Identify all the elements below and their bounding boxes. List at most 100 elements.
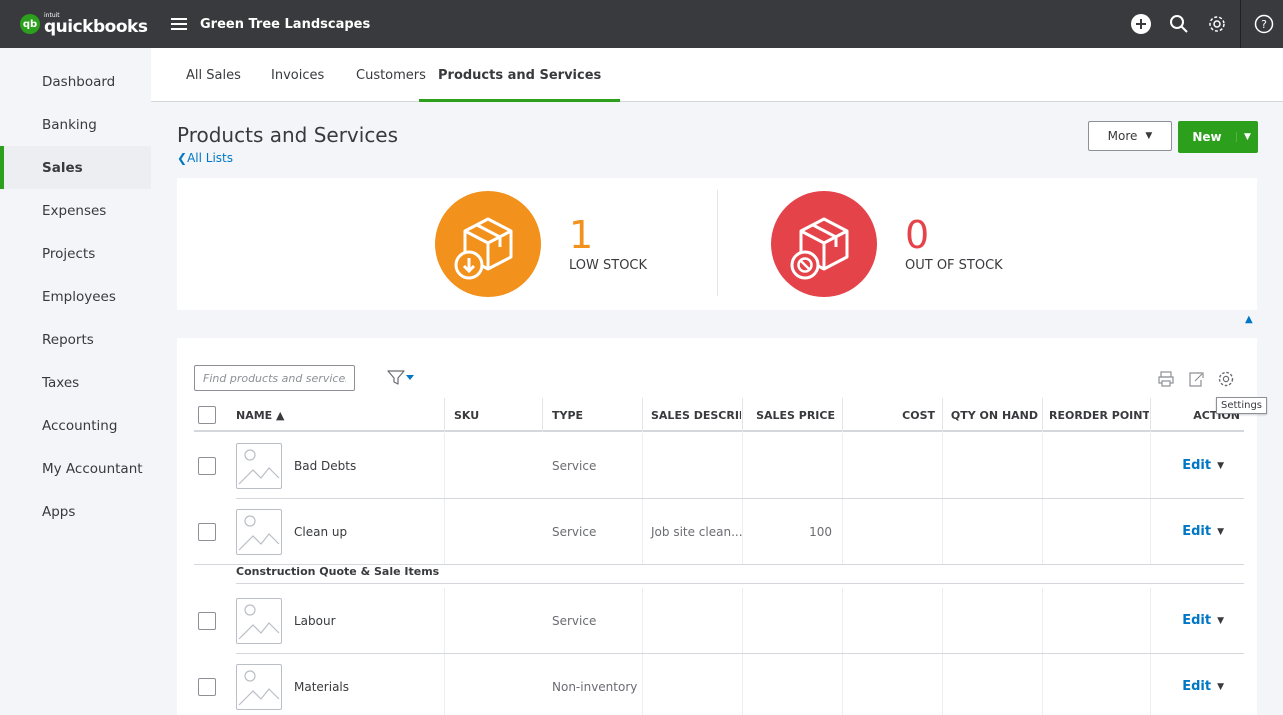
image-placeholder-icon[interactable] [236,598,282,644]
caret-down-icon[interactable]: ▼ [1217,461,1224,471]
column-divider [842,433,843,499]
stock-summary-panel: 1 LOW STOCK 0 OUT OF STOCK [177,178,1257,310]
column-header-sales-price[interactable]: SALES PRICE [749,398,835,432]
column-divider [1150,588,1151,654]
more-button[interactable]: More ▼ [1088,121,1172,151]
column-header-name[interactable]: NAME ▲ [236,398,436,432]
column-header-sales-description[interactable]: SALES DESCRIPTI [651,398,741,432]
search-input[interactable] [194,365,355,391]
tab-customers[interactable]: Customers [356,68,426,102]
row-checkbox[interactable] [198,678,216,696]
edit-button[interactable]: Edit ▼ [1182,524,1224,539]
plus-circle-icon[interactable] [1122,0,1160,48]
edit-button[interactable]: Edit ▼ [1182,458,1224,473]
tab-invoices[interactable]: Invoices [271,68,324,102]
sidebar-item-sales[interactable]: Sales [0,146,151,189]
edit-button[interactable]: Edit ▼ [1182,679,1224,694]
product-name[interactable]: Labour [294,614,336,628]
edit-button[interactable]: Edit ▼ [1182,613,1224,628]
sidebar-item-apps[interactable]: Apps [0,490,151,533]
column-divider [642,654,643,715]
image-placeholder-icon[interactable] [236,443,282,489]
column-divider [1150,499,1151,565]
product-name[interactable]: Bad Debts [294,459,356,473]
gear-icon[interactable] [1217,370,1235,392]
sidebar-item-dashboard[interactable]: Dashboard [0,60,151,103]
all-lists-link[interactable]: ❮All Lists [177,151,233,165]
column-divider [742,588,743,654]
category-group-label[interactable]: Construction Quote & Sale Items [236,565,439,578]
sidebar-item-reports[interactable]: Reports [0,318,151,361]
column-header-sku[interactable]: SKU [454,398,534,432]
logo-text: intuit quickbooks [44,12,148,36]
product-type: Non-inventory [552,680,638,694]
tab-products-and-services[interactable]: Products and Services [419,68,621,102]
table-header: NAME ▲ SKU TYPE SALES DESCRIPTI SALES PR… [194,398,1244,432]
product-name[interactable]: Clean up [294,525,347,539]
column-divider [1042,398,1043,432]
column-divider [1150,433,1151,499]
caret-down-icon[interactable]: ▼ [1217,682,1224,692]
sidebar-item-expenses[interactable]: Expenses [0,189,151,232]
sidebar-item-label: Sales [42,159,83,176]
sidebar-item-taxes[interactable]: Taxes [0,361,151,404]
column-header-reorder-point[interactable]: REORDER POINT [1049,398,1149,432]
column-divider [444,433,445,499]
product-name[interactable]: Materials [294,680,349,694]
qb-logo-icon: qb [20,14,40,34]
column-header-type[interactable]: TYPE [552,398,632,432]
select-all-checkbox[interactable] [198,406,216,424]
export-icon[interactable] [1187,370,1205,392]
column-header-cost[interactable]: COST [849,398,935,432]
product-type: Service [552,459,597,473]
collapse-caret-up-icon[interactable]: ▲ [1245,314,1253,325]
sidebar-item-banking[interactable]: Banking [0,103,151,146]
row-checkbox[interactable] [198,523,216,541]
sidebar-item-my-accountant[interactable]: My Accountant [0,447,151,490]
table-row: Labour Service Edit ▼ [194,588,1244,654]
caret-down-icon[interactable]: ▼ [1217,527,1224,537]
tab-all-sales[interactable]: All Sales [186,68,241,102]
column-divider [942,588,943,654]
gear-icon[interactable] [1198,0,1236,48]
low-stock-badge[interactable] [435,191,541,297]
sidebar-item-projects[interactable]: Projects [0,232,151,275]
column-divider [842,588,843,654]
filter-icon[interactable] [387,368,417,388]
settings-tooltip: Settings [1216,397,1268,414]
sidebar-item-label: Banking [42,116,97,133]
column-divider [642,433,643,499]
help-icon[interactable]: ? [1245,0,1283,48]
product-sales-price: 100 [809,525,832,539]
products-table-panel: NAME ▲ SKU TYPE SALES DESCRIPTI SALES PR… [177,338,1268,715]
new-dropdown-caret-icon[interactable]: ▼ [1236,132,1258,142]
out-of-stock-count: 0 [905,213,930,257]
search-icon[interactable] [1160,0,1198,48]
column-divider [542,398,543,432]
row-checkbox[interactable] [198,457,216,475]
column-divider [842,398,843,432]
row-checkbox[interactable] [198,612,216,630]
sidebar-item-label: Employees [42,288,116,305]
row-divider [236,583,1244,584]
image-placeholder-icon[interactable] [236,509,282,555]
column-divider [642,588,643,654]
column-header-qty-on-hand[interactable]: QTY ON HAND [946,398,1038,432]
image-placeholder-icon[interactable] [236,664,282,710]
category-group-row: Construction Quote & Sale Items [194,562,1244,584]
sidebar-item-accounting[interactable]: Accounting [0,404,151,447]
sales-subtabs: All Sales Invoices Customers Products an… [151,48,1283,102]
quickbooks-logo[interactable]: qb intuit quickbooks [0,0,160,48]
edit-label: Edit [1182,613,1212,628]
table-tool-icons [1157,370,1235,392]
column-divider [642,398,643,432]
out-of-stock-badge[interactable] [771,191,877,297]
sidebar-item-label: My Accountant [42,460,143,477]
print-icon[interactable] [1157,370,1175,392]
column-divider [1150,654,1151,715]
caret-down-icon[interactable]: ▼ [1217,616,1224,626]
hamburger-menu-icon[interactable] [166,0,192,48]
sidebar-item-employees[interactable]: Employees [0,275,151,318]
new-button[interactable]: New ▼ [1178,121,1258,153]
column-divider [444,654,445,715]
